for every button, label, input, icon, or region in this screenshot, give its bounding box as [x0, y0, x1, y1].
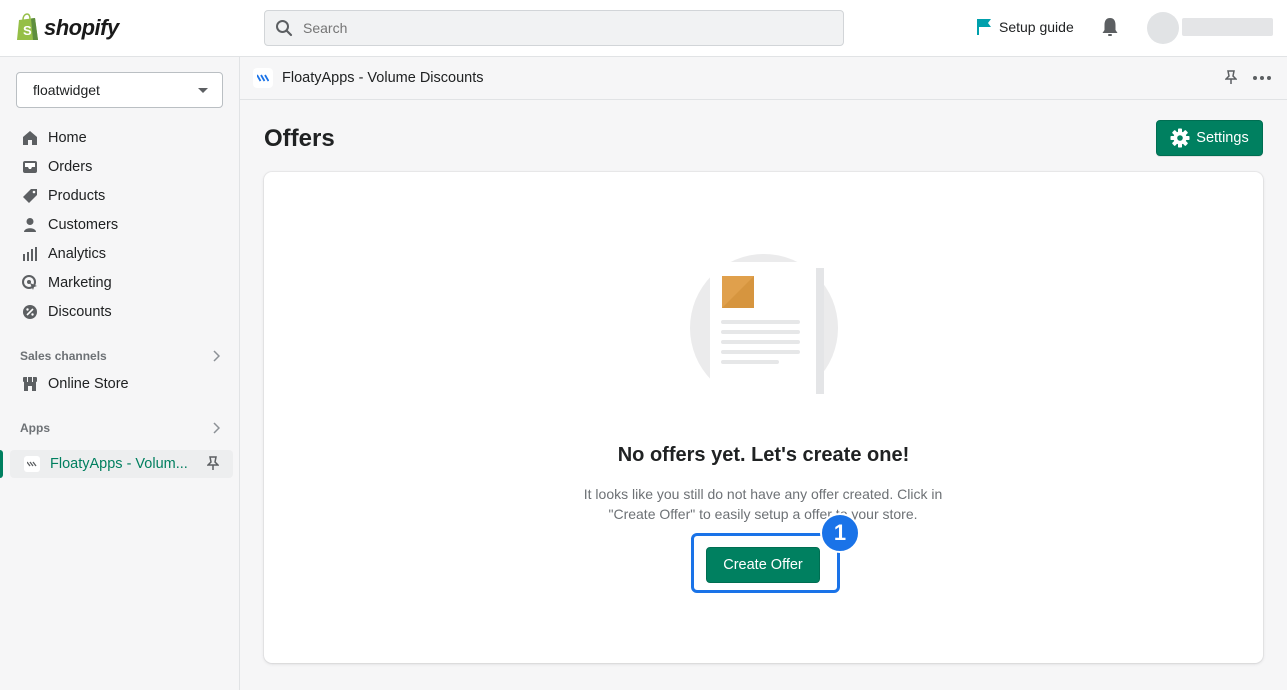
store-icon: [23, 376, 37, 391]
user-avatar[interactable]: [1147, 12, 1179, 44]
floatyapps-logo-icon: [253, 68, 273, 88]
discount-icon: [23, 304, 37, 319]
online-store-section: Online Store: [0, 369, 240, 398]
gear-icon: [1170, 128, 1190, 148]
store-name: floatwidget: [33, 82, 100, 98]
sidebar-item-products[interactable]: Products: [0, 181, 240, 210]
sales-channels-label: Sales channels: [20, 349, 107, 363]
search-input[interactable]: [303, 20, 803, 36]
notifications-button[interactable]: [1101, 17, 1119, 42]
bar-chart-icon: [23, 246, 37, 261]
sidebar-item-label: Marketing: [48, 274, 112, 291]
top-bar: S shopify Setup guide: [0, 0, 1287, 57]
svg-text:S: S: [23, 23, 32, 38]
setup-guide-button[interactable]: Setup guide: [976, 18, 1074, 36]
person-icon: [24, 217, 36, 232]
search-icon: [276, 20, 293, 37]
tag-icon: [23, 188, 37, 203]
chevron-right-icon: [213, 422, 220, 434]
sidebar: floatwidget Home Orders Products Custome…: [0, 57, 240, 690]
app-actions: [1225, 70, 1271, 85]
sidebar-item-label: Orders: [48, 158, 93, 175]
settings-label: Settings: [1196, 130, 1249, 146]
sidebar-item-customers[interactable]: Customers: [0, 210, 240, 239]
orders-icon: [23, 160, 37, 173]
create-offer-button[interactable]: Create Offer: [706, 547, 820, 583]
pin-icon[interactable]: [1225, 70, 1237, 85]
flag-icon: [977, 19, 991, 35]
page-title: Offers: [264, 125, 335, 152]
sales-channels-header[interactable]: Sales channels: [20, 349, 220, 363]
store-selector[interactable]: floatwidget: [16, 72, 223, 108]
shopify-bag-icon: S: [17, 13, 38, 40]
sidebar-item-label: FloatyApps - Volum...: [50, 456, 188, 472]
shopify-wordmark: shopify: [44, 14, 119, 40]
sidebar-item-online-store[interactable]: Online Store: [0, 369, 240, 398]
floatyapps-logo-icon: [24, 456, 40, 472]
sidebar-item-floatyapps[interactable]: FloatyApps - Volum...: [10, 450, 233, 478]
sidebar-item-label: Analytics: [48, 245, 107, 262]
empty-state-description: It looks like you still do not have any …: [583, 486, 943, 522]
target-icon: [22, 274, 37, 290]
sidebar-item-label: Online Store: [48, 375, 129, 392]
document-illustration: [690, 254, 838, 394]
apps-label: Apps: [20, 421, 50, 435]
active-indicator: [0, 450, 3, 478]
sidebar-item-orders[interactable]: Orders: [0, 152, 240, 181]
shopify-logo[interactable]: S shopify: [16, 13, 119, 42]
home-icon: [23, 130, 37, 145]
caret-down-icon: [198, 87, 208, 93]
sidebar-item-discounts[interactable]: Discounts: [0, 297, 240, 326]
setup-guide-label: Setup guide: [999, 19, 1074, 35]
search-bar[interactable]: [264, 10, 844, 46]
user-name-placeholder[interactable]: [1182, 18, 1273, 36]
empty-state-card: No offers yet. Let's create one! It look…: [264, 172, 1263, 663]
sidebar-item-label: Customers: [48, 216, 119, 233]
app-title: FloatyApps - Volume Discounts: [282, 70, 484, 86]
more-actions-icon[interactable]: [1253, 75, 1271, 80]
step-number-badge: 1: [820, 513, 860, 553]
app-title-bar: FloatyApps - Volume Discounts: [240, 57, 1287, 100]
empty-state-title: No offers yet. Let's create one!: [617, 444, 910, 466]
sidebar-item-label: Products: [48, 187, 106, 204]
sidebar-item-label: Discounts: [48, 303, 112, 320]
sidebar-item-analytics[interactable]: Analytics: [0, 239, 240, 268]
bell-icon: [1102, 18, 1118, 36]
main-nav: Home Orders Products Customers Analytics…: [0, 123, 240, 326]
sidebar-item-label: Home: [48, 129, 87, 146]
sidebar-item-marketing[interactable]: Marketing: [0, 268, 240, 297]
chevron-right-icon: [213, 350, 220, 362]
pin-icon[interactable]: [207, 456, 219, 471]
settings-button[interactable]: Settings: [1156, 120, 1263, 156]
sidebar-item-home[interactable]: Home: [0, 123, 240, 152]
apps-header[interactable]: Apps: [20, 421, 220, 435]
